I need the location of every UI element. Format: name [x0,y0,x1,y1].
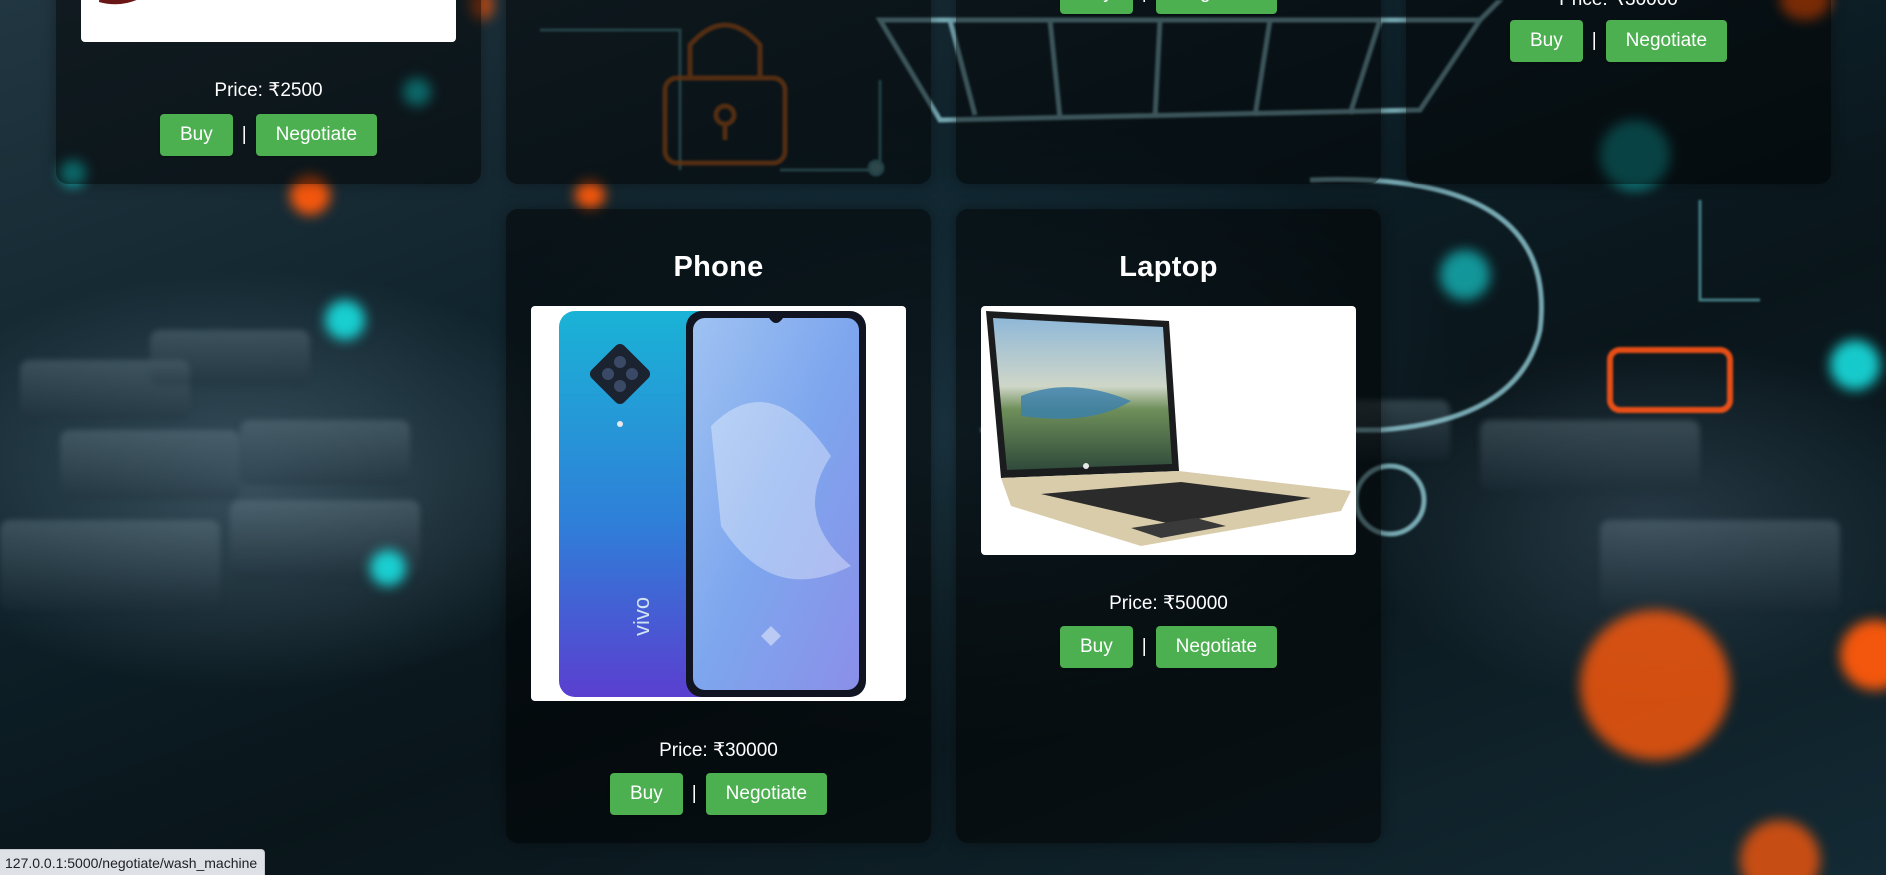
buy-button[interactable]: Buy [609,773,683,815]
product-title: Phone [673,251,764,283]
card-actions: Buy | Negotiate [956,0,1381,14]
svg-text:vivo: vivo [629,597,654,636]
button-separator: | [1141,636,1147,657]
buy-button[interactable]: Buy [1509,20,1583,62]
laptop-image [981,306,1356,555]
product-card [506,0,931,184]
card-actions: Buy | Negotiate [56,114,481,156]
product-card-laptop: Laptop Price: ₹50000 Buy | Negotiate [956,209,1381,843]
phone-icon: vivo [559,311,866,697]
card-actions: Buy | Negotiate [506,773,931,815]
price-label: Price: ₹2500 [214,80,323,101]
product-card-phone: Phone vivo Price: ₹30000 Buy | Negotiate [506,209,931,843]
price-label: Price: ₹30000 [1406,0,1831,11]
negotiate-button[interactable]: Negotiate [255,114,378,156]
phone-image: vivo [531,306,906,701]
price-label: Price: ₹50000 [1109,593,1228,614]
product-image-fragment [99,0,137,5]
product-image [81,0,456,42]
negotiate-button[interactable]: Negotiate [1605,20,1728,62]
product-card: Price: ₹30000 Buy | Negotiate [1406,0,1831,184]
negotiate-button[interactable]: Negotiate [1155,626,1278,668]
button-separator: | [691,783,697,804]
product-card: Price: ₹2500 Buy | Negotiate [56,0,481,184]
buy-button[interactable]: Buy [159,114,233,156]
buy-button[interactable]: Buy [1059,0,1133,14]
price-label: Price: ₹30000 [659,740,778,761]
card-actions: Buy | Negotiate [956,626,1381,668]
product-card: Buy | Negotiate [956,0,1381,184]
laptop-icon [986,311,1351,546]
negotiate-button[interactable]: Negotiate [705,773,828,815]
button-separator: | [241,124,247,145]
status-bar-url: 127.0.0.1:5000/negotiate/wash_machine [0,849,266,875]
button-separator: | [1142,0,1147,4]
card-actions: Buy | Negotiate [1406,20,1831,62]
buy-button[interactable]: Buy [1059,626,1133,668]
button-separator: | [1591,30,1597,51]
negotiate-button[interactable]: Negotiate [1155,0,1278,14]
product-title: Laptop [1119,251,1218,283]
